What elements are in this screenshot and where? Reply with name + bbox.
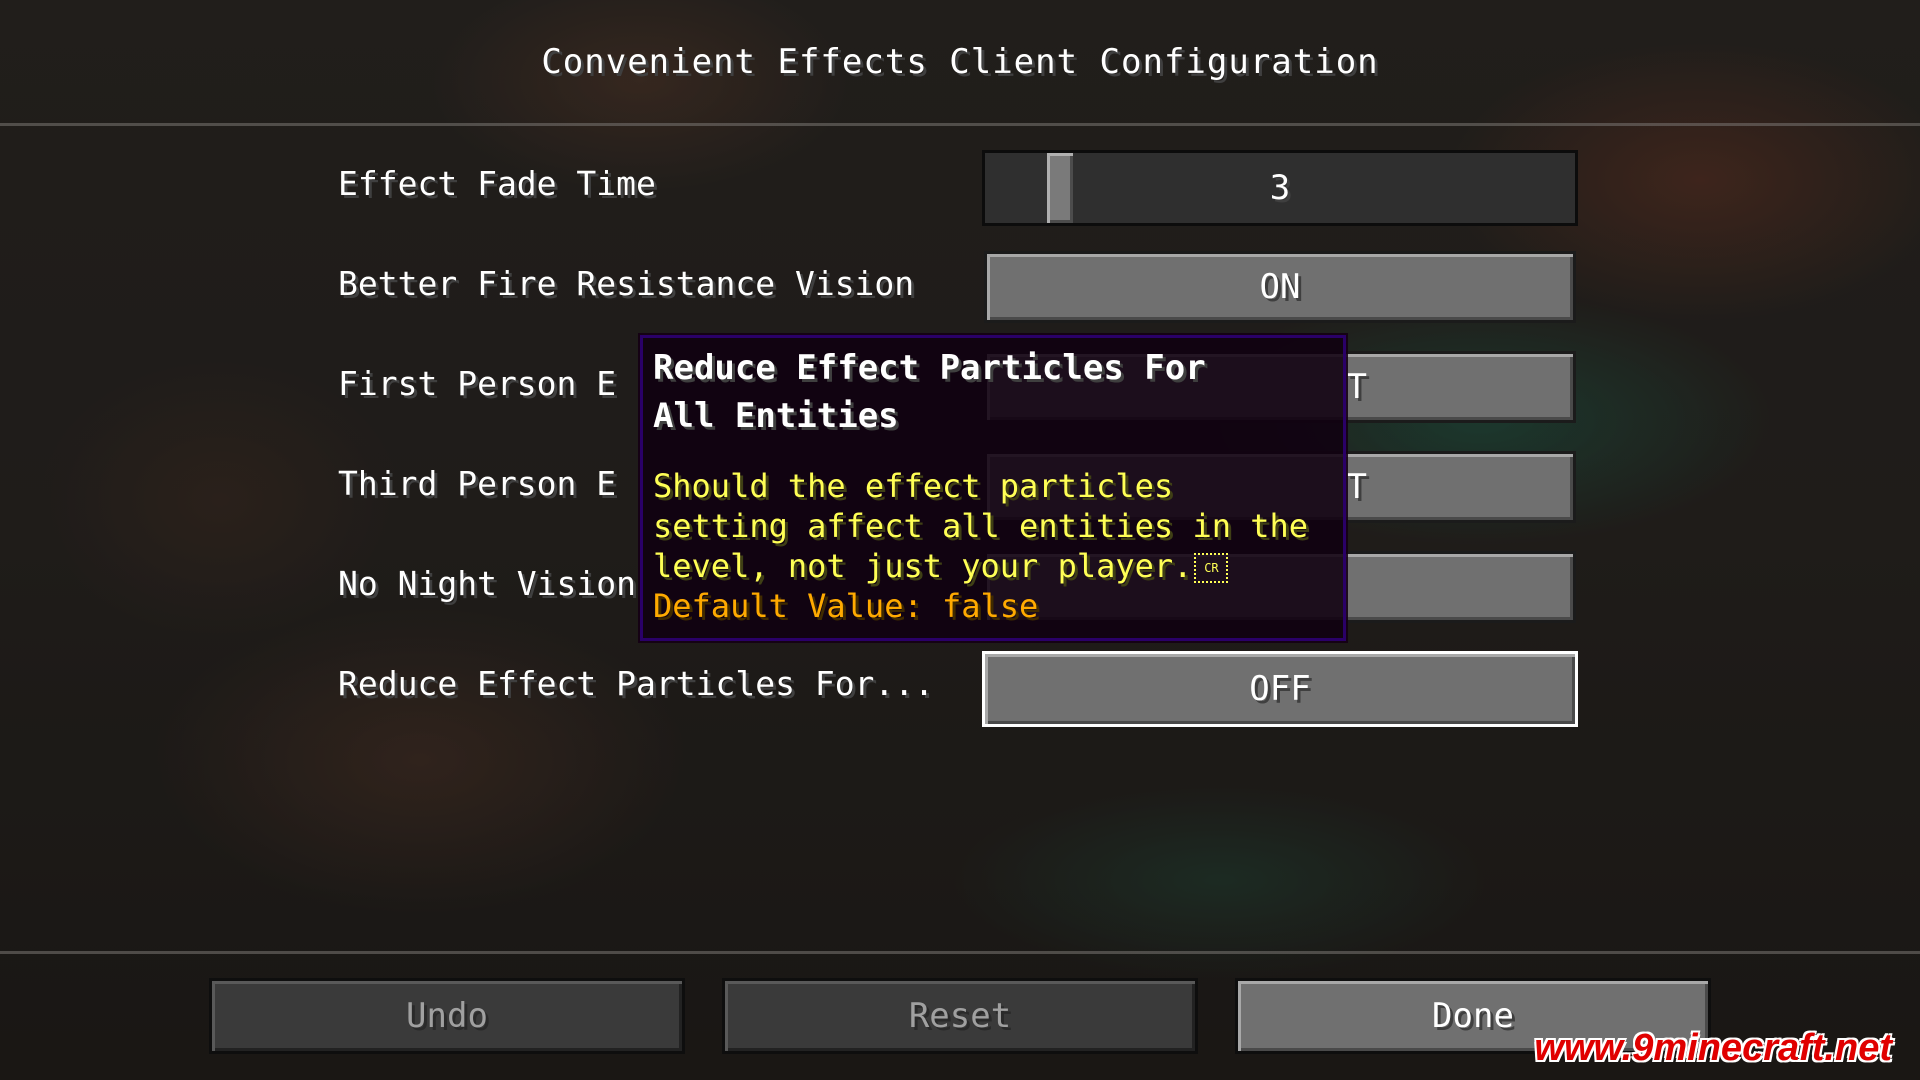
slider-value: 3 bbox=[1269, 168, 1291, 208]
tooltip-desc-text: level, not just your player. bbox=[653, 547, 1193, 585]
carriage-return-icon: CR bbox=[1194, 553, 1229, 583]
reduce-effect-particles-toggle[interactable]: OFF bbox=[982, 651, 1578, 727]
effect-fade-time-slider[interactable]: 3 bbox=[982, 150, 1578, 226]
undo-button[interactable]: Undo bbox=[209, 978, 685, 1054]
tooltip-description: Should the effect particles setting affe… bbox=[653, 466, 1343, 586]
tooltip-title-line: Reduce Effect Particles For bbox=[653, 348, 1206, 388]
option-label-effect-fade-time: Effect Fade Time bbox=[338, 164, 656, 203]
screen-title: Convenient Effects Client Configuration bbox=[541, 42, 1379, 82]
tooltip-desc-line: setting affect all entities in the bbox=[653, 507, 1309, 545]
tooltip-desc-line: Should the effect particles bbox=[653, 467, 1174, 505]
option-label-first-person-effect-particles: First Person E bbox=[338, 364, 617, 403]
header-divider bbox=[0, 123, 1920, 126]
footer-divider bbox=[0, 951, 1920, 954]
option-label-no-night-vision: No Night Vision bbox=[338, 564, 637, 603]
option-label-third-person-effect-particles: Third Person E bbox=[338, 464, 617, 503]
better-fire-resistance-vision-toggle[interactable]: ON bbox=[984, 251, 1576, 323]
option-label-reduce-effect-particles: Reduce Effect Particles For... bbox=[338, 664, 935, 703]
tooltip-default-value: Default Value: false bbox=[653, 587, 1039, 625]
tooltip-desc-line: level, not just your player. CR bbox=[653, 546, 1343, 586]
watermark: www.9minecraft.net bbox=[1534, 1027, 1892, 1069]
option-tooltip: Reduce Effect Particles For All Entities… bbox=[640, 335, 1346, 641]
tooltip-title: Reduce Effect Particles For All Entities bbox=[653, 344, 1333, 440]
option-label-better-fire-resistance-vision: Better Fire Resistance Vision bbox=[338, 264, 915, 303]
tooltip-title-line: All Entities bbox=[653, 396, 899, 436]
reset-button[interactable]: Reset bbox=[722, 978, 1198, 1054]
